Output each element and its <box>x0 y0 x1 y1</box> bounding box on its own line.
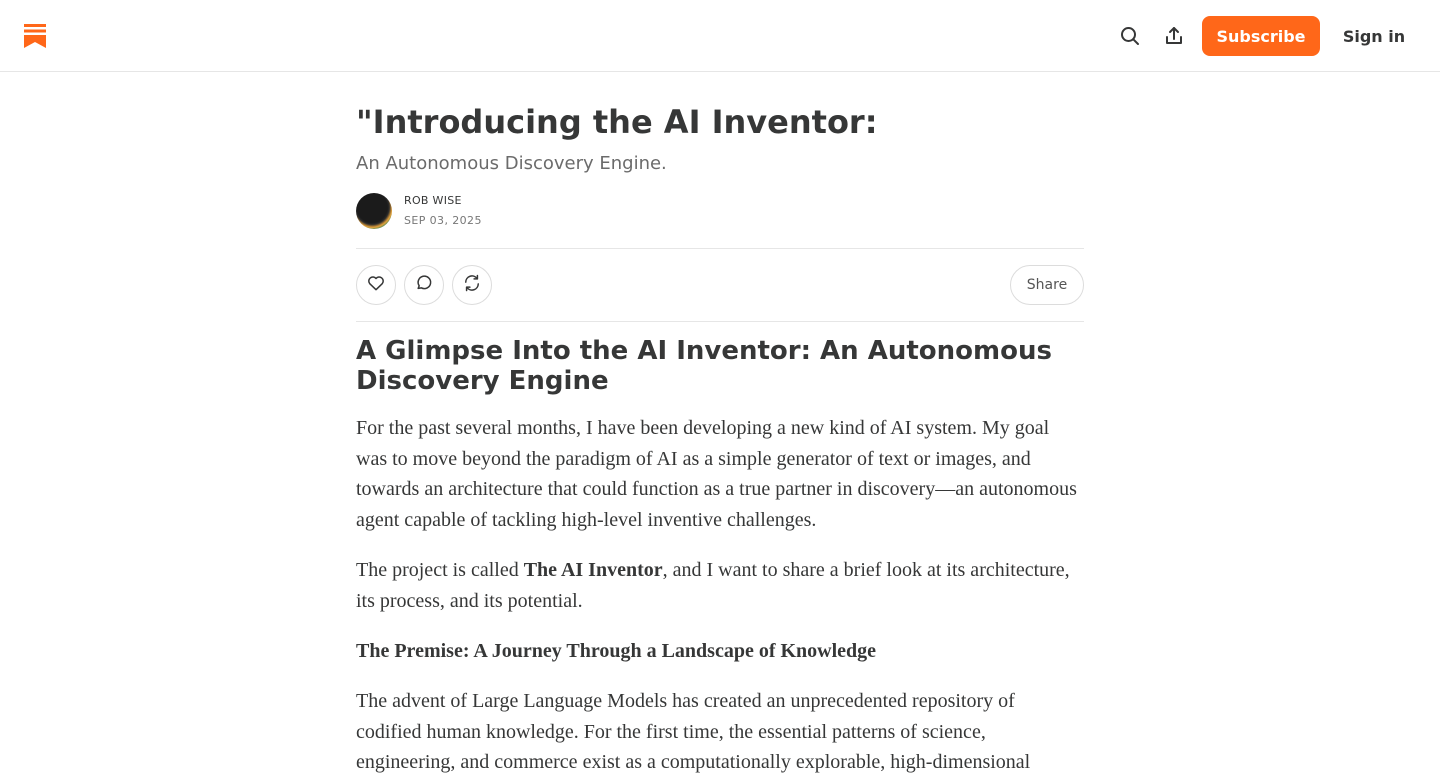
sign-in-link[interactable]: Sign in <box>1335 16 1413 56</box>
search-icon[interactable] <box>1118 24 1142 48</box>
author-name[interactable]: ROB WISE <box>404 194 462 207</box>
post-subtitle: An Autonomous Discovery Engine. <box>356 153 667 174</box>
section-heading-text: The Premise: A Journey Through a Landsca… <box>356 640 877 662</box>
comment-icon <box>414 273 434 297</box>
like-button[interactable] <box>356 265 396 305</box>
restack-button[interactable] <box>452 265 492 305</box>
heart-icon <box>366 273 386 297</box>
paragraph-3: The advent of Large Language Models has … <box>356 690 1031 773</box>
article-heading: A Glimpse Into the AI Inventor: An Auton… <box>356 336 1052 396</box>
subscribe-button[interactable]: Subscribe <box>1202 16 1320 56</box>
divider-bottom <box>356 321 1084 322</box>
author-avatar[interactable] <box>356 193 392 229</box>
post-title: "Introducing the AI Inventor: <box>356 103 878 141</box>
post-date: SEP 03, 2025 <box>404 214 482 227</box>
share-upload-icon[interactable] <box>1162 24 1186 48</box>
project-name: The AI Inventor <box>523 559 663 581</box>
divider-top <box>356 248 1084 249</box>
substack-logo-icon[interactable] <box>24 24 46 48</box>
paragraph-2: The project is called The AI Inventor, a… <box>356 555 1084 616</box>
section-heading: The Premise: A Journey Through a Landsca… <box>356 636 1084 667</box>
comment-button[interactable] <box>404 265 444 305</box>
share-button[interactable]: Share <box>1010 265 1084 305</box>
paragraph-1: For the past several months, I have been… <box>356 417 1077 531</box>
paragraph-2-text-start: The project is called <box>356 559 524 581</box>
byline: ROB WISE SEP 03, 2025 <box>356 193 1084 231</box>
restack-icon <box>462 273 482 297</box>
top-nav-bar: Subscribe Sign in <box>0 0 1440 72</box>
